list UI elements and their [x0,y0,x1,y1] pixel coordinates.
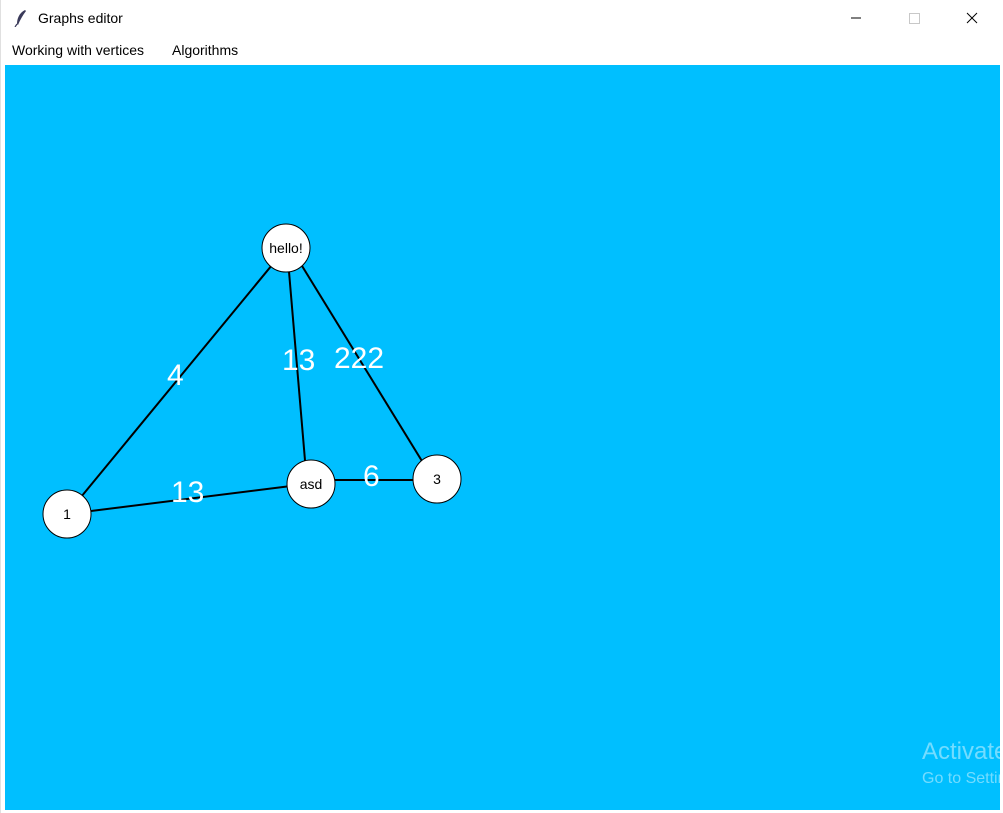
activate-windows-watermark: Activate Go to Settings [918,738,1003,798]
close-button[interactable] [949,0,995,36]
graph-canvas[interactable]: 4 13 222 13 6 hello! 1 asd 3 [5,65,1000,810]
edge-weight-hello-3: 222 [334,342,384,375]
graph-drawing[interactable]: 4 13 222 13 6 hello! 1 asd 3 [5,65,1000,810]
menu-algorithms[interactable]: Algorithms [172,42,238,58]
vertex-1-label: 1 [63,506,71,522]
menu-working-with-vertices[interactable]: Working with vertices [12,42,144,58]
close-icon [966,12,978,24]
vertex-asd[interactable]: asd [286,459,336,509]
feather-icon [13,9,29,28]
minimize-icon [851,17,861,19]
edge-weight-asd-3: 6 [363,460,380,493]
edge-weight-hello-1: 4 [167,359,184,392]
vertex-hello-label: hello! [269,240,302,256]
menu-bar: Working with vertices Algorithms [1,36,1003,62]
vertex-hello[interactable]: hello! [261,223,311,273]
weights-layer: 4 13 222 13 6 [167,342,384,509]
maximize-icon [909,13,920,24]
title-bar[interactable]: Graphs editor [1,0,1003,36]
vertex-1[interactable]: 1 [42,489,92,539]
maximize-button[interactable] [891,0,937,36]
vertex-3-label: 3 [433,471,441,487]
watermark-line-1: Activate [922,738,1003,765]
vertex-asd-label: asd [300,476,323,492]
app-window: Graphs editor Working with vertices Algo… [0,0,1003,813]
minimize-button[interactable] [833,0,879,36]
edge-weight-hello-asd: 13 [282,344,315,377]
window-title: Graphs editor [38,10,123,26]
watermark-line-2: Go to Settings [922,770,1003,787]
vertex-3[interactable]: 3 [412,454,462,504]
edge-weight-1-asd: 13 [171,476,204,509]
